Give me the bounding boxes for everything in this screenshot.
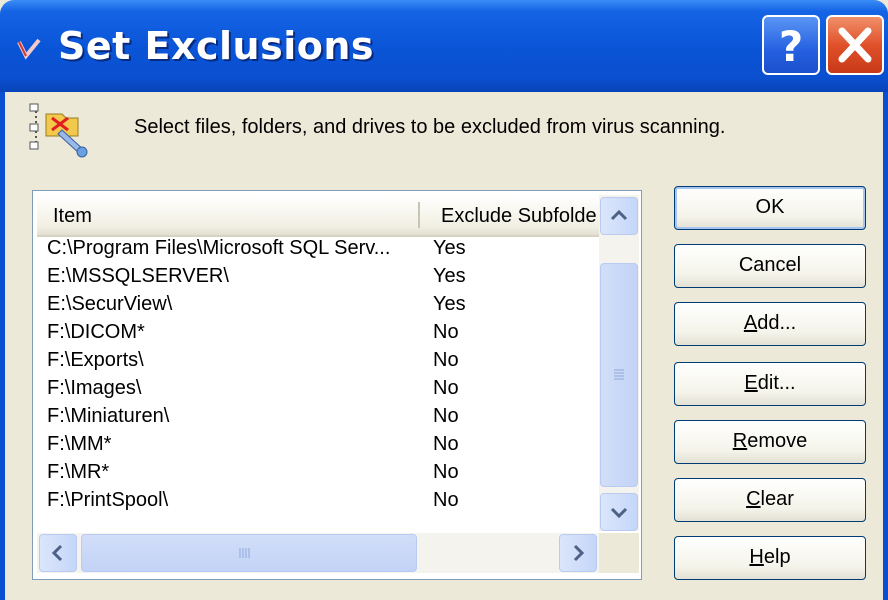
scroll-left-button[interactable] <box>39 534 77 572</box>
column-header-exclude-subfolders[interactable]: Exclude Subfolde <box>441 205 599 228</box>
list-item[interactable]: F:\MM* No <box>33 431 599 459</box>
ok-button[interactable]: OK <box>674 186 866 230</box>
exclude-subfolders-value: Yes <box>433 293 466 315</box>
edit-mnemonic: E <box>744 372 758 394</box>
exclude-subfolders-value: No <box>433 405 459 427</box>
clear-button[interactable]: Clear <box>674 478 866 522</box>
list-item[interactable]: C:\Program Files\Microsoft SQL Serv... Ye… <box>33 235 599 263</box>
svg-text:?: ? <box>779 22 803 71</box>
description-text: Select files, folders, and drives to be … <box>134 116 726 138</box>
item-path: F:\Exports\ <box>47 349 144 371</box>
window-title: Set Exclusions <box>58 24 375 68</box>
grip-icon <box>614 369 624 380</box>
item-path: E:\SecurView\ <box>47 293 173 315</box>
list-item[interactable]: F:\Exports\ No <box>33 347 599 375</box>
vertical-scrollbar[interactable] <box>599 195 639 531</box>
exclude-subfolders-value: No <box>433 433 459 455</box>
grip-icon <box>239 548 250 558</box>
close-icon <box>838 27 872 63</box>
title-bar[interactable]: Set Exclusions ? <box>0 0 888 92</box>
exclude-subfolders-value: No <box>433 321 459 343</box>
chevron-up-icon <box>610 209 628 221</box>
exclude-subfolders-value: No <box>433 377 459 399</box>
add-mnemonic: A <box>743 312 758 334</box>
window-frame-right <box>883 92 888 600</box>
chevron-left-icon <box>51 544 63 562</box>
item-path: F:\Images\ <box>47 377 142 399</box>
help-button[interactable]: Help <box>674 536 866 580</box>
column-divider[interactable] <box>418 202 420 228</box>
clear-mnemonic: C <box>746 488 761 510</box>
item-path: F:\Miniaturen\ <box>47 405 170 427</box>
exclusions-list[interactable]: Item Exclude Subfolde C:\Program Files\M… <box>32 190 642 580</box>
chevron-down-icon <box>610 507 628 519</box>
list-header: Item Exclude Subfolde <box>37 195 599 237</box>
question-mark-icon: ? <box>779 22 803 71</box>
scroll-down-button[interactable] <box>600 493 638 531</box>
edit-label: dit... <box>757 372 796 394</box>
help-mnemonic: H <box>749 546 764 568</box>
list-item[interactable]: F:\MR* No <box>33 459 599 487</box>
list-item[interactable]: F:\Images\ No <box>33 375 599 403</box>
remove-button[interactable]: Remove <box>674 420 866 464</box>
antivirus-shield-icon <box>17 38 41 60</box>
remove-mnemonic: R <box>732 430 748 452</box>
list-item[interactable]: E:\SecurView\ Yes <box>33 291 599 319</box>
horizontal-scrollbar[interactable] <box>37 533 599 573</box>
list-item[interactable]: F:\DICOM* No <box>33 319 599 347</box>
item-path: E:\MSSQLSERVER\ <box>47 265 229 287</box>
add-button[interactable]: Add... <box>674 302 866 346</box>
item-path: F:\DICOM* <box>47 321 145 343</box>
folder-exclusion-tools-icon <box>29 103 88 158</box>
exclude-subfolders-value: No <box>433 461 459 483</box>
item-path: F:\MM* <box>47 433 112 455</box>
edit-button[interactable]: Edit... <box>674 362 866 406</box>
list-rows: C:\Program Files\Microsoft SQL Serv... Ye… <box>33 235 599 515</box>
help-label: elp <box>763 546 791 568</box>
item-path: C:\Program Files\Microsoft SQL Serv... <box>47 237 391 259</box>
chevron-right-icon <box>573 544 585 562</box>
close-button[interactable] <box>826 15 884 75</box>
item-path: F:\PrintSpool\ <box>47 489 169 511</box>
item-path: F:\MR* <box>47 461 110 483</box>
exclude-subfolders-value: Yes <box>433 237 466 259</box>
horizontal-scroll-thumb[interactable] <box>81 534 417 572</box>
vertical-scroll-thumb[interactable] <box>600 263 638 487</box>
remove-label: emove <box>747 430 808 452</box>
scroll-up-button[interactable] <box>600 197 638 235</box>
help-title-button[interactable]: ? <box>762 15 820 75</box>
add-label: dd... <box>757 312 797 334</box>
scrollbar-corner <box>599 533 639 573</box>
exclude-subfolders-value: No <box>433 489 459 511</box>
window-frame-left <box>0 92 5 600</box>
column-header-item[interactable]: Item <box>53 205 92 228</box>
scroll-right-button[interactable] <box>559 534 597 572</box>
exclude-subfolders-value: Yes <box>433 265 466 287</box>
exclude-subfolders-value: No <box>433 349 459 371</box>
list-item[interactable]: F:\Miniaturen\ No <box>33 403 599 431</box>
list-item[interactable]: E:\MSSQLSERVER\ Yes <box>33 263 599 291</box>
list-item[interactable]: F:\PrintSpool\ No <box>33 487 599 515</box>
clear-label: lear <box>760 488 794 510</box>
cancel-button[interactable]: Cancel <box>674 244 866 288</box>
